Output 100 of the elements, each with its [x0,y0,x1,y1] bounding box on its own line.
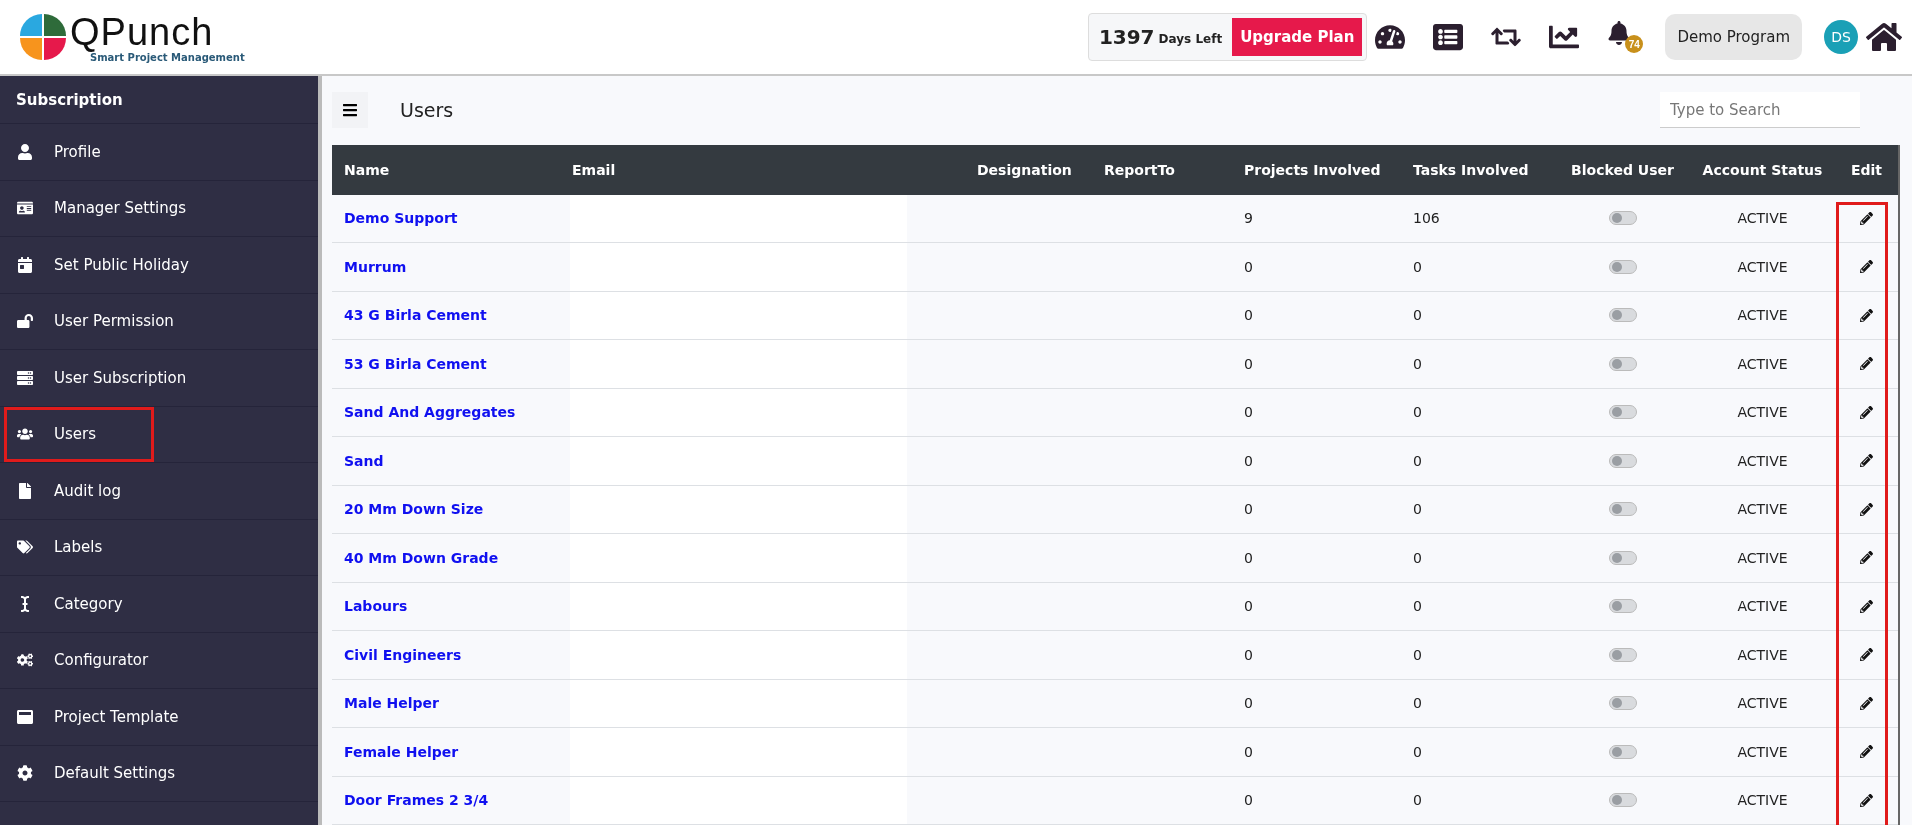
table-cell-text: ACTIVE [1736,307,1789,324]
edit-pencil-icon[interactable] [1858,355,1875,373]
sidebar-item[interactable]: Profile [0,124,318,181]
blocked-toggle[interactable] [1608,696,1637,711]
user-name-link[interactable]: Sand And Aggregates [332,404,560,421]
calendar-icon [16,256,34,273]
edit-pencil-icon[interactable] [1858,646,1875,664]
days-left-label: Days Left [1158,32,1223,46]
column-header: Name [343,161,391,178]
column-header: ReportTo [1103,161,1176,178]
sidebar-item[interactable]: Project Template [0,689,318,746]
table-cell-text: ACTIVE [1736,792,1789,809]
column-header: Email [571,161,617,178]
blocked-toggle[interactable] [1608,308,1637,323]
program-selector-button[interactable]: Demo Program [1665,14,1802,60]
sidebar-item[interactable]: Users [0,406,318,463]
column-header: Designation [976,161,1073,178]
edit-pencil-icon[interactable] [1858,452,1875,470]
table-cell-text: ACTIVE [1736,695,1789,712]
blocked-toggle[interactable] [1608,502,1637,517]
table-cell-text: 0 [1243,501,1254,518]
blocked-toggle[interactable] [1608,550,1637,565]
window-icon [16,708,34,725]
column-header: Edit [1849,161,1884,178]
table-cell-text: 0 [1412,646,1423,663]
edit-pencil-icon[interactable] [1858,597,1875,615]
id-card-icon [16,200,34,217]
sidebar-item[interactable]: Category [0,576,318,633]
edit-pencil-icon[interactable] [1858,403,1875,421]
user-name-link[interactable]: 53 G Birla Cement [332,355,560,372]
edit-pencil-icon[interactable] [1858,209,1875,227]
blocked-toggle[interactable] [1608,211,1637,226]
blocked-toggle[interactable] [1608,356,1637,371]
blocked-toggle[interactable] [1608,453,1637,468]
sidebar-item[interactable]: Set Public Holiday [0,237,318,294]
user-name-link[interactable]: Demo Support [332,210,560,227]
edit-pencil-icon[interactable] [1858,258,1875,276]
table-cell-text: 0 [1412,792,1423,809]
table-cell-text: 0 [1412,598,1423,615]
sidebar-item[interactable]: Audit log [0,463,318,520]
table-cell-text: 9 [1243,210,1254,227]
table-cell-text: ACTIVE [1736,501,1789,518]
edit-pencil-icon[interactable] [1858,791,1875,809]
person-icon [16,143,34,160]
sidebar-item[interactable]: User Permission [0,293,318,350]
edit-pencil-icon[interactable] [1858,694,1875,712]
table-cell-text: 0 [1243,792,1254,809]
blocked-toggle[interactable] [1608,744,1637,759]
menu-button[interactable] [332,92,368,128]
blocked-toggle[interactable] [1608,793,1637,808]
table-cell-text: 0 [1243,452,1254,469]
user-name-link[interactable]: 20 Mm Down Size [332,501,560,518]
table-cell-text: 0 [1412,404,1423,421]
dashboard-gauge-icon[interactable] [1375,22,1406,52]
user-name-link[interactable]: Male Helper [332,695,560,712]
document-icon [16,482,34,499]
table-cell-text: 0 [1412,355,1423,372]
table-cell-text: ACTIVE [1736,210,1789,227]
logo-tagline: Smart Project Management [90,51,245,63]
table-cell-text: 0 [1243,743,1254,760]
table-cell-text: 106 [1412,210,1441,227]
sidebar-item[interactable]: Manager Settings [0,180,318,237]
user-name-link[interactable]: 43 G Birla Cement [332,307,560,324]
column-header: Account Status [1701,161,1824,178]
upgrade-plan-button[interactable]: Upgrade Plan [1232,18,1363,56]
blocked-toggle[interactable] [1608,599,1637,614]
table-cell-text: 0 [1243,549,1254,566]
list-icon[interactable] [1433,22,1464,52]
sidebar-item[interactable]: Configurator [0,632,318,689]
user-name-link[interactable]: Murrum [332,258,560,275]
user-name-link[interactable]: Door Frames 2 3/4 [332,792,560,809]
tags-icon [16,539,34,556]
blocked-toggle[interactable] [1608,405,1637,420]
blocked-toggle[interactable] [1608,259,1637,274]
sidebar-item[interactable]: Default Settings [0,745,318,802]
edit-pencil-icon[interactable] [1858,500,1875,518]
table-cell-text: ACTIVE [1736,646,1789,663]
user-name-link[interactable]: Civil Engineers [332,646,560,663]
user-name-link[interactable]: 40 Mm Down Grade [332,549,560,566]
table-cell-text: 0 [1243,404,1254,421]
blocked-toggle[interactable] [1608,647,1637,662]
table-cell-text: 0 [1412,452,1423,469]
edit-pencil-icon[interactable] [1858,549,1875,567]
table-cell-text: ACTIVE [1736,598,1789,615]
search-field[interactable]: Type to Search [1660,92,1860,128]
user-name-link[interactable]: Sand [332,452,560,469]
table-cell-text: 0 [1412,501,1423,518]
column-header: Blocked User [1570,161,1675,178]
sidebar-item[interactable]: User Subscription [0,350,318,407]
edit-pencil-icon[interactable] [1858,306,1875,324]
table-cell-text: ACTIVE [1736,404,1789,421]
list-icon [16,369,34,386]
table-cell-text: 0 [1243,695,1254,712]
sidebar-item[interactable]: Labels [0,519,318,576]
edit-pencil-icon[interactable] [1858,743,1875,761]
user-name-link[interactable]: Labours [332,598,560,615]
logo-icon [20,14,66,60]
settings-icon [16,765,34,782]
sidebar-section-title: Subscription [0,76,318,124]
user-name-link[interactable]: Female Helper [332,743,560,760]
